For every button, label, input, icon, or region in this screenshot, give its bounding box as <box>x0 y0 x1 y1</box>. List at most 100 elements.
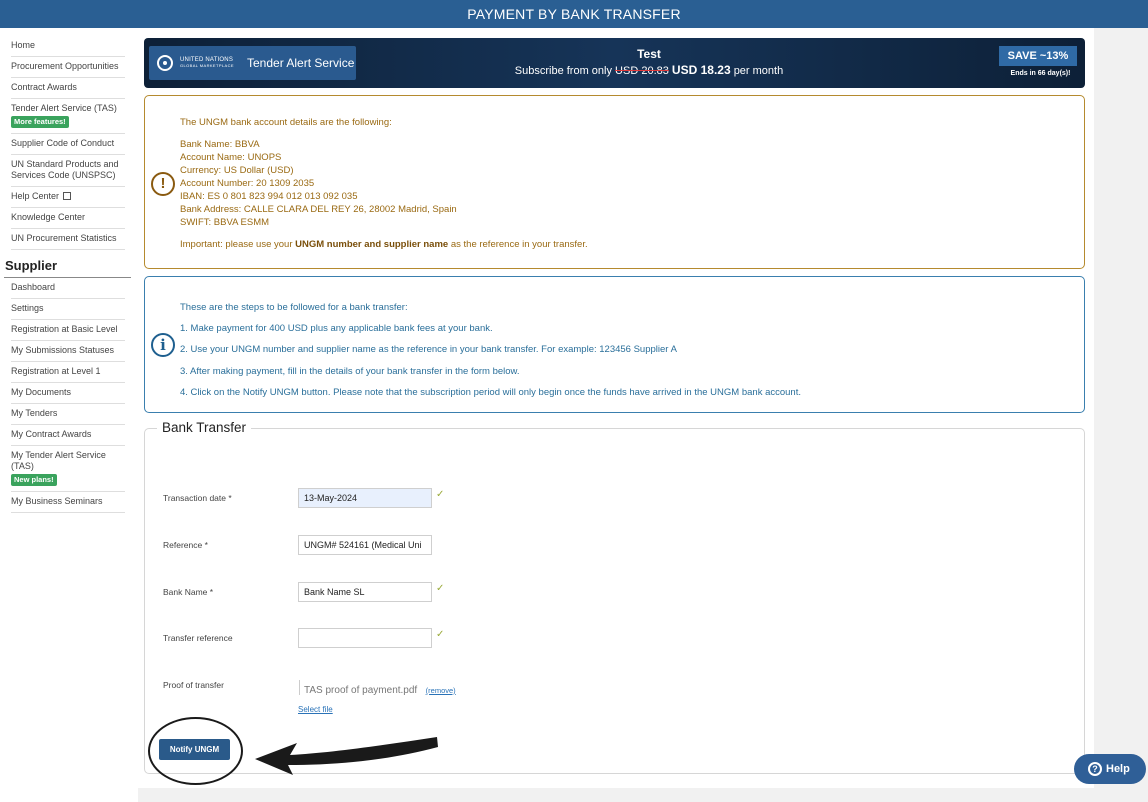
more-features-badge: More features! <box>11 116 69 128</box>
step-item: 3. After making payment, fill in the det… <box>180 365 520 377</box>
check-icon: ✓ <box>436 583 445 594</box>
sidebar-item-dashboard[interactable]: Dashboard <box>11 278 125 299</box>
sidebar-item-business-seminars[interactable]: My Business Seminars <box>11 492 125 513</box>
important-prefix: Important: please use your <box>180 239 293 250</box>
sidebar-item-submission-statuses[interactable]: My Submissions Statuses <box>11 341 125 362</box>
sidebar-item-label: Tender Alert Service (TAS) <box>11 103 117 113</box>
sidebar-item-label: UN Standard Products and Services Code (… <box>11 159 119 180</box>
bank-name-input[interactable]: Bank Name SL <box>298 582 432 602</box>
sidebar-item-home[interactable]: Home <box>11 36 125 57</box>
important-bold: UNGM number and supplier name <box>295 239 449 250</box>
step-item: 1. Make payment for 400 USD plus any app… <box>180 323 493 335</box>
sidebar-item-label: Supplier Code of Conduct <box>11 138 115 148</box>
sidebar-item-settings[interactable]: Settings <box>11 299 125 320</box>
bank-transfer-form <box>144 428 1085 774</box>
exclamation-icon: ! <box>151 172 175 196</box>
sidebar-item-my-contract-awards[interactable]: My Contract Awards <box>11 425 125 446</box>
sidebar-item-procurement-opportunities[interactable]: Procurement Opportunities <box>11 57 125 78</box>
sidebar-heading-supplier: Supplier <box>4 250 131 278</box>
save-badge: SAVE ~13% <box>999 46 1077 66</box>
bank-detail-line: Currency: US Dollar (USD) <box>180 165 294 176</box>
transfer-reference-input[interactable] <box>298 628 432 648</box>
check-icon: ✓ <box>436 629 445 640</box>
bank-detail-line: Bank Name: BBVA <box>180 139 260 150</box>
select-file-link[interactable]: Select file <box>298 705 333 714</box>
banner-title: Test <box>637 47 661 61</box>
sidebar-item-registration-basic[interactable]: Registration at Basic Level <box>11 320 125 341</box>
bank-important-note: Important: please use your UNGM number a… <box>180 238 588 251</box>
steps-intro: These are the steps to be followed for a… <box>180 302 408 313</box>
sidebar-item-label: My Contract Awards <box>11 429 92 439</box>
sidebar-item-registration-level1[interactable]: Registration at Level 1 <box>11 362 125 383</box>
info-icon: i <box>151 333 175 357</box>
sidebar-item-my-tas[interactable]: My Tender Alert Service (TAS) New plans! <box>11 446 125 492</box>
bank-name-label: Bank Name * <box>163 587 214 597</box>
sidebar-item-label: Contract Awards <box>11 82 77 92</box>
sidebar-item-help-center[interactable]: Help Center <box>11 187 125 208</box>
un-logo-line2: GLOBAL MARKETPLACE <box>180 63 234 68</box>
subscribe-prefix: Subscribe from only <box>514 65 612 77</box>
bank-detail-line: IBAN: ES 0 801 823 994 012 013 092 035 <box>180 191 358 202</box>
sidebar-item-label: Settings <box>11 303 44 313</box>
sidebar-item-label: Registration at Basic Level <box>11 324 118 334</box>
new-price: USD 18.23 <box>671 63 731 77</box>
sidebar-item-label: My Submissions Statuses <box>11 345 115 355</box>
help-button[interactable]: ? Help <box>1074 754 1146 784</box>
tas-logo: UNITED NATIONS GLOBAL MARKETPLACE Tender… <box>149 46 356 80</box>
sidebar-item-label: My Tender Alert Service (TAS) <box>11 450 106 471</box>
form-legend: Bank Transfer <box>157 420 252 435</box>
bank-detail-line: Account Number: 20 1309 2035 <box>180 178 315 189</box>
sidebar-item-contract-awards[interactable]: Contract Awards <box>11 78 125 99</box>
old-price: USD 20.83 <box>615 65 669 77</box>
bank-details-intro: The UNGM bank account details are the fo… <box>180 117 392 128</box>
sidebar-item-label: UN Procurement Statistics <box>11 233 117 243</box>
sidebar-item-knowledge-center[interactable]: Knowledge Center <box>11 208 125 229</box>
sidebar-item-label: My Documents <box>11 387 72 397</box>
sidebar-item-my-tenders[interactable]: My Tenders <box>11 404 125 425</box>
un-logo-text: UNITED NATIONS GLOBAL MARKETPLACE <box>180 57 234 69</box>
banner-offer: Test Subscribe from only USD 20.83 USD 1… <box>484 47 814 79</box>
new-plans-badge: New plans! <box>11 474 57 486</box>
transfer-steps-text: These are the steps to be followed for a… <box>180 297 801 403</box>
sidebar-item-tender-alert-service[interactable]: Tender Alert Service (TAS) More features… <box>11 99 125 134</box>
transfer-reference-label: Transfer reference <box>163 633 233 643</box>
sidebar-item-label: Registration at Level 1 <box>11 366 101 376</box>
bank-details-alert: ! The UNGM bank account details are the … <box>144 95 1085 269</box>
attached-file: TAS proof of payment.pdf (remove) <box>299 680 456 696</box>
sidebar-item-label: My Business Seminars <box>11 496 103 506</box>
remove-file-link[interactable]: (remove) <box>426 686 456 695</box>
sidebar-item-label: Home <box>11 40 36 50</box>
check-icon: ✓ <box>436 489 445 500</box>
sidebar: Home Procurement Opportunities Contract … <box>0 28 138 788</box>
sidebar-item-label: Procurement Opportunities <box>11 61 119 71</box>
bank-detail-line: Bank Address: CALLE CLARA DEL REY 26, 28… <box>180 204 457 215</box>
help-question-icon: ? <box>1088 762 1102 776</box>
sidebar-item-procurement-statistics[interactable]: UN Procurement Statistics <box>11 229 125 250</box>
step-item: 4. Click on the Notify UNGM button. Plea… <box>180 386 801 398</box>
help-label: Help <box>1106 763 1130 775</box>
sidebar-item-label: My Tenders <box>11 408 58 418</box>
external-link-icon <box>63 192 72 200</box>
reference-label: Reference * <box>163 540 208 550</box>
attached-file-name: TAS proof of payment.pdf <box>304 685 418 696</box>
un-emblem-icon <box>157 55 173 71</box>
reference-input[interactable]: UNGM# 524161 (Medical Uni <box>298 535 432 555</box>
tas-promo-banner[interactable]: UNITED NATIONS GLOBAL MARKETPLACE Tender… <box>144 38 1085 88</box>
sidebar-item-supplier-code[interactable]: Supplier Code of Conduct <box>11 134 125 155</box>
tas-service-name: Tender Alert Service <box>247 56 355 70</box>
transaction-date-input[interactable]: 13-May-2024 <box>298 488 432 508</box>
step-item: 2. Use your UNGM number and supplier nam… <box>180 344 677 356</box>
price-period: per month <box>733 65 784 77</box>
sidebar-item-label: Knowledge Center <box>11 212 86 222</box>
bank-detail-line: SWIFT: BBVA ESMM <box>180 217 270 228</box>
sidebar-item-unspsc[interactable]: UN Standard Products and Services Code (… <box>11 155 125 187</box>
banner-subscribe: Subscribe from only USD 20.83 USD 18.23 … <box>484 62 814 79</box>
sidebar-item-my-documents[interactable]: My Documents <box>11 383 125 404</box>
sidebar-item-label: Dashboard <box>11 282 56 292</box>
notify-ungm-button[interactable]: Notify UNGM <box>159 739 230 760</box>
sidebar-item-label: Help Center <box>11 191 60 201</box>
annotation-arrow-icon <box>255 737 438 775</box>
transaction-date-label: Transaction date * <box>163 493 232 503</box>
transfer-steps-info: i These are the steps to be followed for… <box>144 276 1085 413</box>
offer-ends-text: Ends in 66 day(s)! <box>1010 70 1071 77</box>
